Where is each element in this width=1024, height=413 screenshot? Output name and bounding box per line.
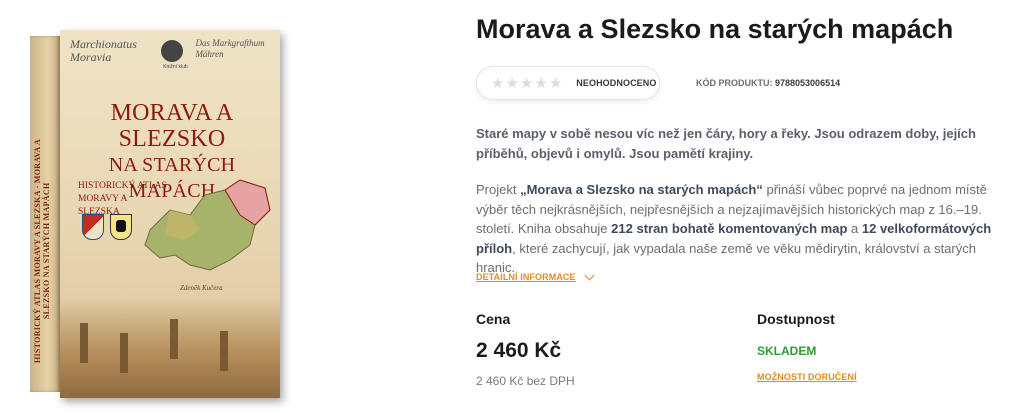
desc-text: a [847, 221, 862, 236]
cover-cityscape [60, 298, 280, 398]
star-icon[interactable]: ★ [491, 75, 504, 91]
star-icon[interactable]: ★ [534, 75, 547, 91]
rating-stars[interactable]: ★ ★ ★ ★ ★ [491, 75, 562, 91]
chevron-down-icon[interactable] [584, 270, 595, 280]
product-image[interactable]: HISTORICKÝ ATLAS MORAVY A SLEZSKA · MORA… [30, 30, 280, 398]
moravian-eagle-crest-icon [82, 214, 104, 240]
details-link-label[interactable]: DETAILNÍ INFORMACE [476, 272, 576, 282]
cover-header: Marchionatus Moravia Knižní klub Das Mar… [70, 38, 272, 78]
cover-subtitle-line1: HISTORICKÝ ATLAS [78, 181, 167, 191]
star-icon[interactable]: ★ [505, 75, 518, 91]
stock-status: SKLADEM [757, 344, 817, 358]
star-icon[interactable]: ★ [520, 75, 533, 91]
price-without-vat: 2 460 Kč bez DPH [476, 374, 575, 388]
product-title: Morava a Slezsko na starých mapách [476, 14, 954, 44]
desc-emphasis: 212 stran bohatě komentovaných map [611, 221, 848, 236]
cover-crests [82, 214, 132, 240]
product-code-value: 9788053006514 [775, 78, 841, 88]
product-description: Projekt „Morava a Slezsko na starých map… [476, 180, 1008, 278]
details-link[interactable]: DETAILNÍ INFORMACE [476, 270, 595, 282]
spine-text: HISTORICKÝ ATLAS MORAVY A SLEZSKA · MORA… [33, 139, 51, 364]
cover-author: Zdeněk Kučera [180, 284, 223, 292]
cover-fraktur-title: Das Markgrafthum Mähren [195, 38, 265, 59]
product-code-label: KÓD PRODUKTU: [696, 78, 773, 88]
desc-emphasis: „Morava a Slezsko na starých mapách“ [520, 182, 763, 197]
cover-old-map-title: Marchionatus Moravia [70, 37, 137, 64]
book-cover: Marchionatus Moravia Knižní klub Das Mar… [60, 30, 280, 398]
rating-widget[interactable]: ★ ★ ★ ★ ★ NEOHODNOCENO [476, 66, 660, 100]
cover-title-line1: MORAVA A SLEZSKO [110, 100, 234, 152]
desc-text: Projekt [476, 182, 521, 197]
silesian-eagle-crest-icon [110, 214, 132, 240]
price-label: Cena [476, 311, 511, 327]
rating-label: NEOHODNOCENO [576, 78, 657, 88]
book-spine: HISTORICKÝ ATLAS MORAVY A SLEZSKA · MORA… [30, 36, 60, 392]
publisher-emblem-icon [161, 40, 184, 62]
cover-publisher: Knižní klub [163, 64, 188, 70]
product-code: KÓD PRODUKTU: 9788053006514 [696, 78, 840, 88]
desc-text: , které zachycují, jak vypadala naše zem… [476, 240, 976, 276]
availability-label: Dostupnost [757, 311, 835, 327]
price-value: 2 460 Kč [476, 339, 562, 362]
star-icon[interactable]: ★ [549, 75, 562, 91]
product-lead-text: Staré mapy v sobě nesou víc než jen čáry… [476, 126, 976, 161]
delivery-options-link[interactable]: MOŽNOSTI DORUČENÍ [757, 372, 857, 382]
